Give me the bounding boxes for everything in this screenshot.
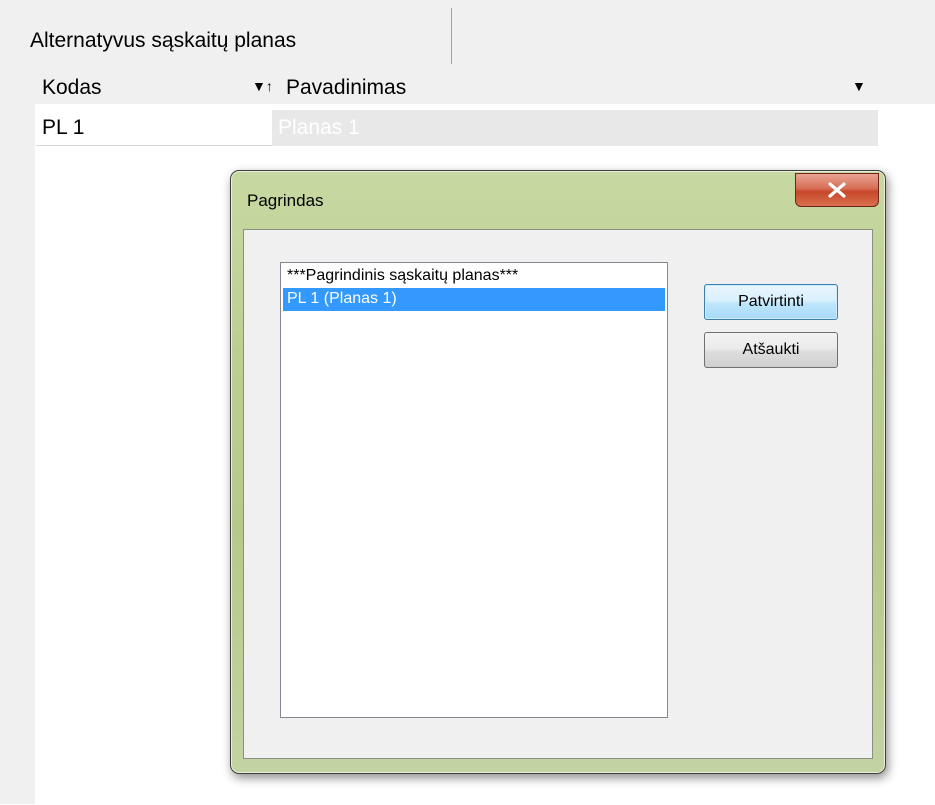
dialog-title: Pagrindas [247, 191, 324, 210]
dialog-client-area: ***Pagrindinis sąskaitų planas*** PL 1 (… [243, 229, 873, 759]
table-cell-pavadinimas[interactable]: Planas 1 [272, 110, 878, 146]
application-window: Alternatyvus sąskaitų planas Kodas ▼↑ Pa… [0, 0, 935, 805]
tab-label: Alternatyvus sąskaitų planas [30, 29, 297, 52]
row-selector[interactable] [8, 110, 35, 146]
close-icon [828, 182, 846, 198]
table-cell-kodas[interactable]: PL 1 [36, 110, 272, 146]
column-divider[interactable] [274, 72, 275, 104]
row-indicator-column [0, 64, 35, 804]
column-header-label: Pavadinimas [286, 76, 407, 99]
column-header-kodas[interactable]: Kodas ▼↑ [36, 72, 273, 104]
confirm-button[interactable]: Patvirtinti [704, 284, 838, 320]
list-item-selected[interactable]: PL 1 (Planas 1) [283, 288, 665, 311]
list-item[interactable]: ***Pagrindinis sąskaitų planas*** [283, 265, 665, 288]
cell-text: Planas 1 [278, 116, 360, 139]
dialog-pagrindas: Pagrindas ***Pagrindinis sąskaitų planas… [230, 170, 886, 774]
chart-of-accounts-list[interactable]: ***Pagrindinis sąskaitų planas*** PL 1 (… [280, 262, 668, 718]
tab-alternative-chart[interactable]: Alternatyvus sąskaitų planas [0, 8, 452, 64]
close-button[interactable] [795, 173, 879, 207]
cell-text: PL 1 [42, 116, 85, 139]
cancel-button[interactable]: Atšaukti [704, 332, 838, 368]
sort-filter-icon[interactable]: ▼↑ [252, 78, 273, 94]
column-header-pavadinimas[interactable]: Pavadinimas ▼ [280, 72, 878, 104]
filter-dropdown-icon[interactable]: ▼ [852, 78, 866, 94]
column-header-label: Kodas [42, 76, 102, 99]
